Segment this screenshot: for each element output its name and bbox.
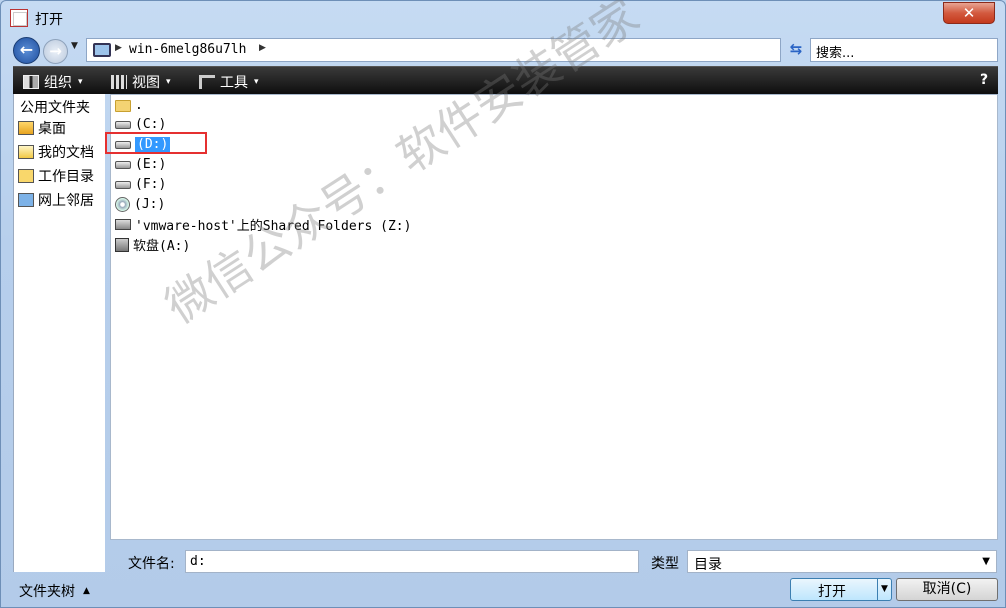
sidebar-item-label: 工作目录: [38, 169, 94, 185]
open-button[interactable]: 打开 ▼: [790, 578, 892, 601]
cancel-button[interactable]: 取消(C): [896, 578, 998, 601]
chevron-down-icon[interactable]: ▼: [877, 579, 891, 600]
list-item-label: (C:): [135, 117, 167, 132]
history-dropdown-icon[interactable]: ▼: [71, 41, 78, 51]
filetype-value: 目录: [694, 557, 722, 573]
back-arrow-icon[interactable]: ←: [13, 37, 40, 64]
open-button-label: 打开: [818, 584, 846, 600]
chevron-down-icon: ▾: [78, 77, 83, 87]
list-item-label: (F:): [135, 177, 167, 192]
favorites-sidebar: 公用文件夹 桌面 我的文档 工作目录 网上邻居: [13, 94, 105, 572]
address-bar: ← → ▼ ▶ win-6melg86u7lh ▶ ▼ ⇆ 搜索...: [13, 37, 998, 64]
forward-arrow-icon[interactable]: →: [43, 39, 68, 64]
sidebar-item-label: 网上邻居: [38, 193, 94, 209]
network-icon: [18, 193, 34, 207]
list-item[interactable]: 软盘(A:): [115, 235, 190, 254]
sidebar-item-work[interactable]: 工作目录: [18, 166, 94, 186]
chevron-down-icon: ▼: [982, 556, 990, 567]
tools-icon: [199, 75, 215, 89]
sidebar-item-label: 桌面: [38, 121, 66, 137]
list-item-label: 软盘(A:): [133, 239, 191, 254]
open-dialog: 打开 ✕ ← → ▼ ▶ win-6melg86u7lh ▶ ▼ ⇆ 搜索...…: [0, 0, 1006, 608]
list-item[interactable]: 'vmware-host'上的Shared Folders (Z:): [115, 215, 411, 234]
app-icon: [10, 9, 28, 27]
organize-menu[interactable]: 组织 ▾: [23, 72, 83, 92]
drive-icon: [115, 180, 131, 189]
sidebar-item-documents[interactable]: 我的文档: [18, 142, 94, 162]
search-input[interactable]: 搜索...: [810, 38, 998, 62]
folder-tree-label: 文件夹树: [19, 584, 75, 600]
breadcrumb-separator-icon[interactable]: ▶: [259, 43, 266, 53]
list-item[interactable]: .: [115, 96, 143, 115]
organize-icon: [23, 75, 39, 89]
filetype-label: 类型: [651, 556, 679, 572]
tools-menu[interactable]: 工具 ▾: [199, 72, 259, 92]
drive-icon: [115, 160, 131, 169]
breadcrumb-path[interactable]: win-6melg86u7lh: [129, 42, 246, 57]
toolbar: 组织 ▾ 视图 ▾ 工具 ▾ ?: [13, 66, 998, 94]
work-folder-icon: [18, 169, 34, 183]
sidebar-header: 公用文件夹: [20, 100, 90, 116]
highlight-annotation: [105, 132, 207, 154]
filename-label: 文件名:: [128, 556, 175, 572]
chevron-down-icon: ▾: [254, 77, 259, 87]
view-label: 视图: [132, 75, 160, 91]
list-item-label: (J:): [134, 197, 166, 212]
file-list[interactable]: . (C:) (D:) (E:) (F:) (J:) 'vmware-host'…: [110, 94, 998, 540]
list-item[interactable]: (F:): [115, 175, 166, 194]
cd-drive-icon: [115, 197, 130, 212]
sidebar-item-label: 我的文档: [38, 145, 94, 161]
breadcrumb-separator-icon[interactable]: ▶: [115, 43, 122, 53]
close-button[interactable]: ✕: [943, 2, 995, 24]
refresh-icon[interactable]: ⇆: [785, 39, 807, 61]
address-box[interactable]: ▶ win-6melg86u7lh ▶ ▼: [86, 38, 847, 62]
documents-icon: [18, 145, 34, 159]
list-item-label: (E:): [135, 157, 167, 172]
chevron-up-icon: ▲: [83, 586, 90, 596]
view-icon: [111, 75, 127, 89]
sidebar-item-network[interactable]: 网上邻居: [18, 190, 94, 210]
desktop-icon: [18, 121, 34, 135]
tools-label: 工具: [220, 75, 248, 91]
sidebar-item-desktop[interactable]: 桌面: [18, 118, 66, 138]
filetype-select[interactable]: 目录 ▼: [687, 550, 997, 573]
computer-icon: [93, 43, 111, 57]
title-bar[interactable]: 打开 ✕: [1, 1, 1005, 35]
window-title: 打开: [35, 12, 63, 28]
floppy-icon: [115, 237, 129, 252]
network-drive-icon: [115, 219, 131, 230]
list-item-label: .: [135, 98, 143, 113]
list-item[interactable]: (J:): [115, 195, 165, 214]
folder-icon: [115, 99, 131, 112]
organize-label: 组织: [44, 75, 72, 91]
list-item-label: 'vmware-host'上的Shared Folders (Z:): [135, 219, 412, 234]
dialog-footer: 文件名: d: 类型 目录 ▼ 文件夹树 ▲ 打开 ▼ 取消(C): [13, 541, 998, 608]
help-icon[interactable]: ?: [975, 72, 993, 90]
chevron-down-icon: ▾: [166, 77, 171, 87]
filename-input[interactable]: d:: [185, 550, 639, 573]
list-item[interactable]: (E:): [115, 155, 166, 174]
drive-icon: [115, 120, 131, 129]
folder-tree-toggle[interactable]: 文件夹树 ▲: [19, 581, 90, 601]
view-menu[interactable]: 视图 ▾: [111, 72, 171, 92]
